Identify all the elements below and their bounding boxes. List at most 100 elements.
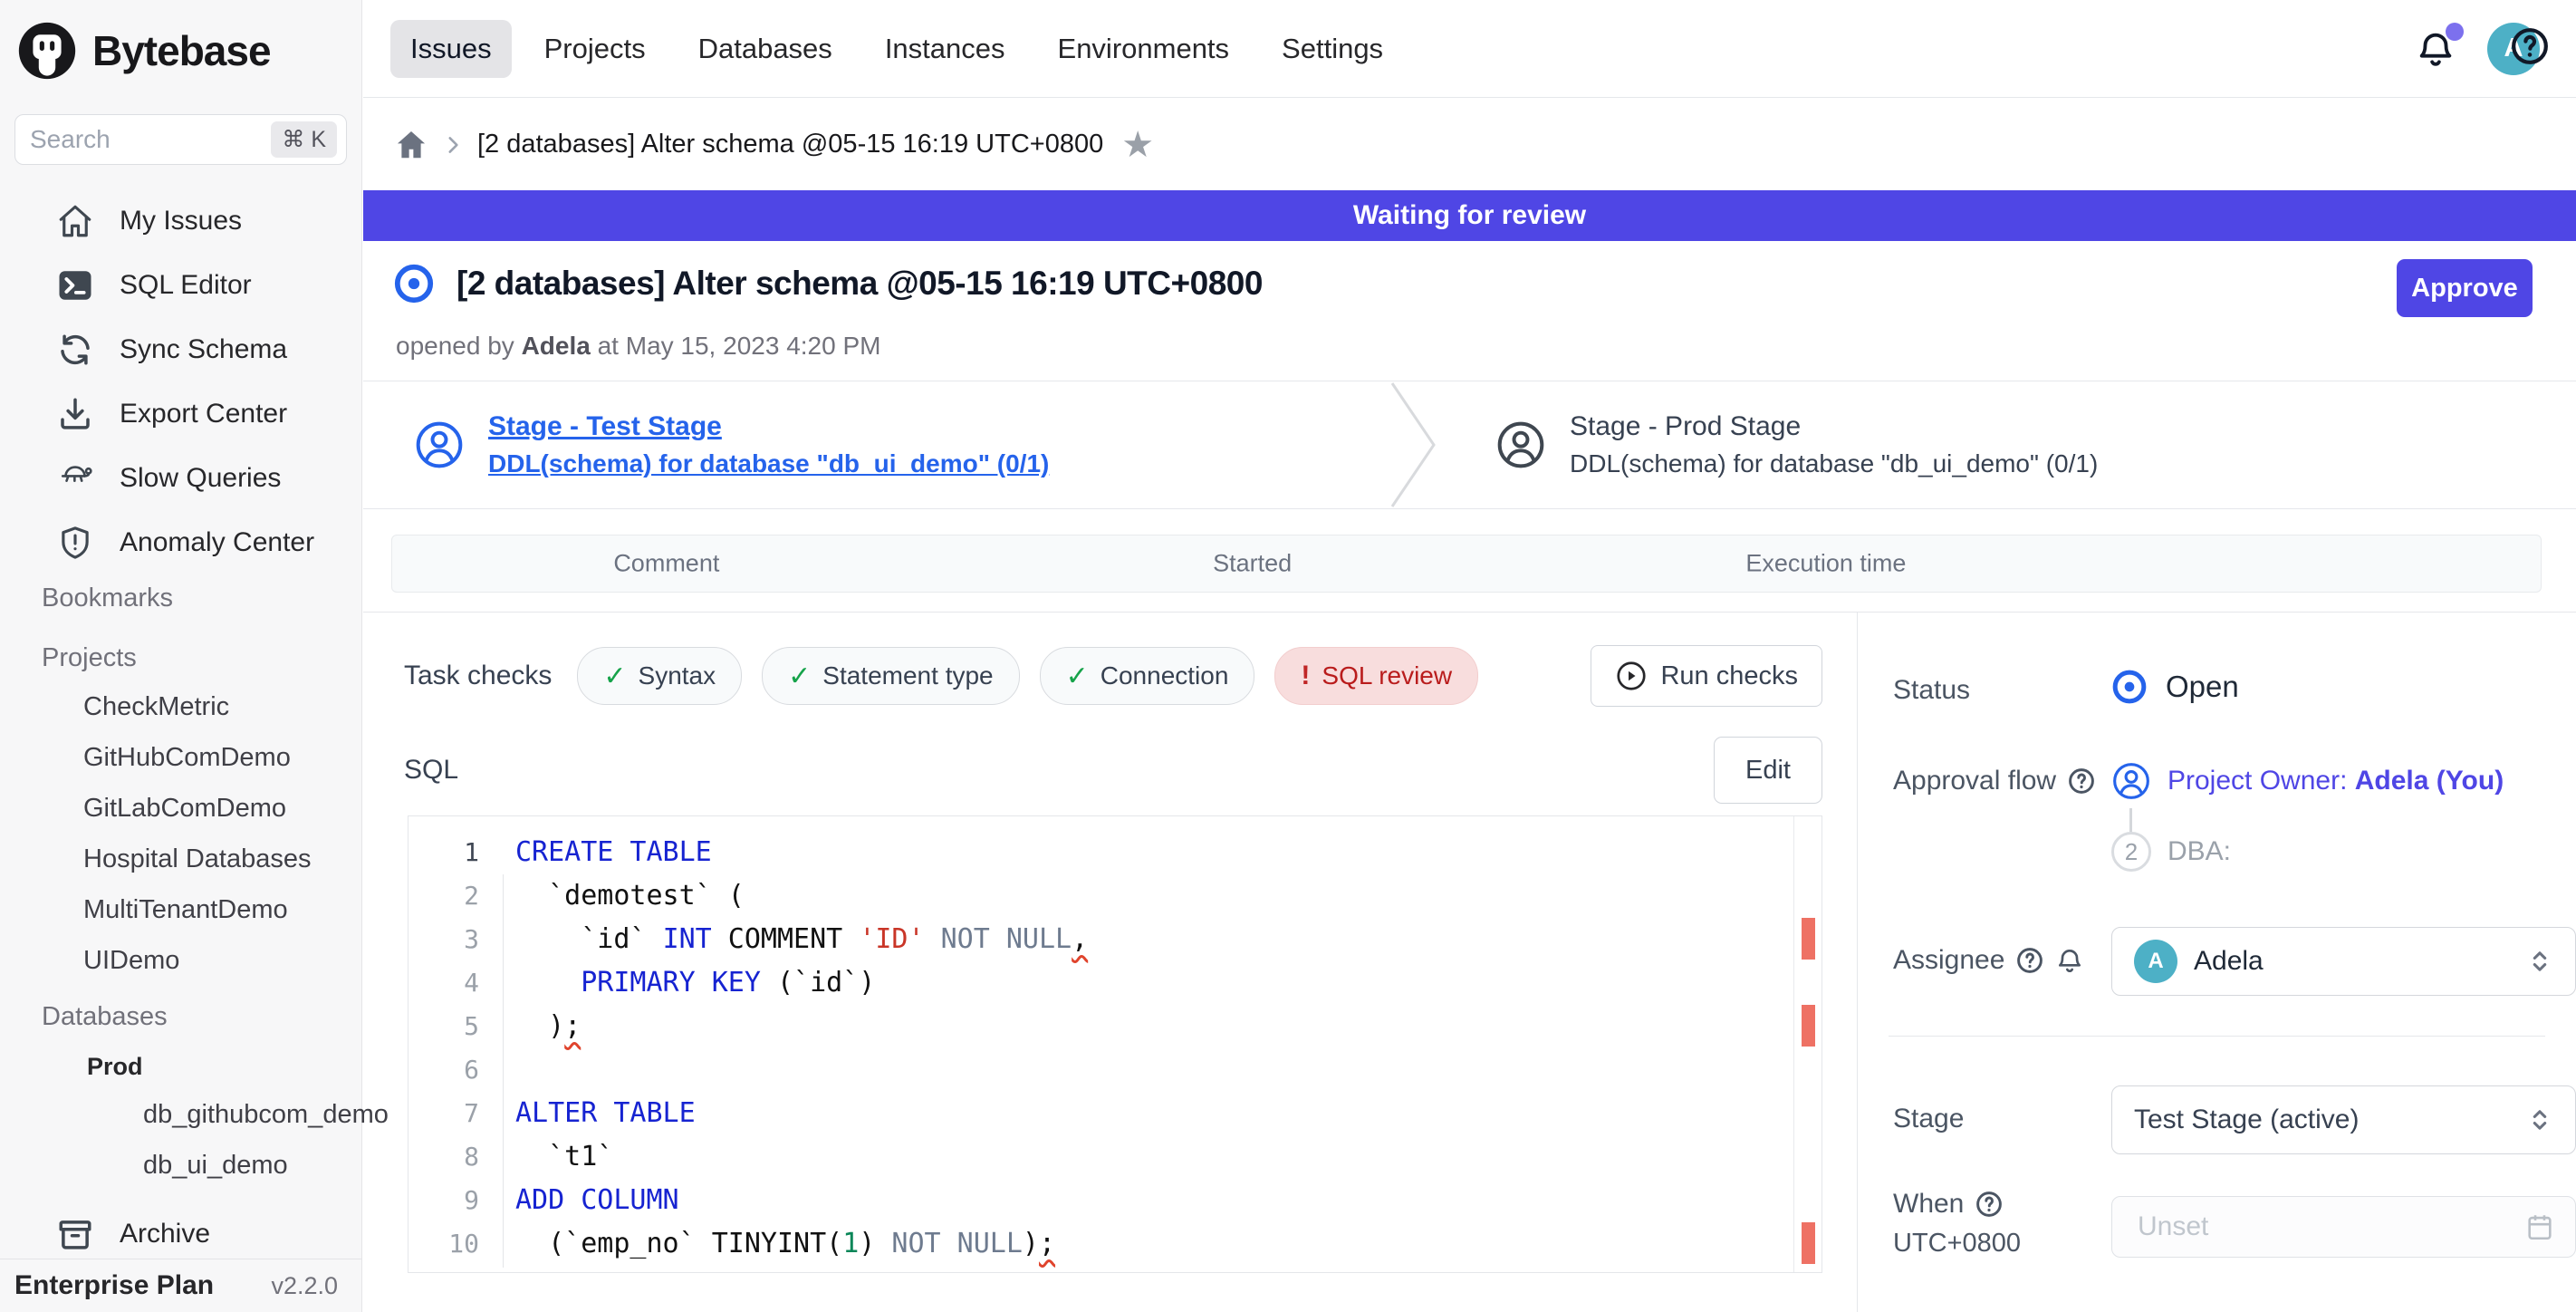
search-input[interactable]: Search ⌘ K [14, 114, 347, 165]
nav-tabs: IssuesProjectsDatabasesInstancesEnvironm… [390, 20, 2415, 78]
code-line: ADD COLUMN [515, 1179, 1785, 1222]
sidebar-item-export-center[interactable]: Export Center [0, 381, 361, 446]
notifications-bell-button[interactable] [2415, 28, 2456, 70]
code-token: NOT NULL [941, 923, 1072, 955]
assignee-select[interactable]: A Adela [2111, 927, 2576, 996]
tab-projects[interactable]: Projects [524, 20, 666, 78]
tab-instances[interactable]: Instances [865, 20, 1025, 78]
home-icon [56, 202, 94, 240]
bytebase-logo[interactable]: Bytebase [0, 0, 361, 101]
step-number-badge: 2 [2111, 832, 2151, 872]
issue-header: [2 databases] Alter schema @05-15 16:19 … [393, 263, 1263, 304]
sidebar-project-hospital-databases[interactable]: Hospital Databases [0, 834, 361, 884]
check-icon: ✓ [1066, 661, 1089, 692]
sidebar-item-anomaly-center[interactable]: Anomaly Center [0, 510, 361, 574]
overview-ruler[interactable] [1793, 816, 1821, 1272]
sidebar-item-label: Anomaly Center [120, 527, 314, 558]
column-header-comment: Comment [613, 550, 719, 578]
sidebar-item-my-issues[interactable]: My Issues [0, 188, 361, 253]
stage-prod-stage[interactable]: Stage - Prod Stage DDL(schema) for datab… [1445, 381, 2468, 508]
breadcrumb-issue-title[interactable]: [2 databases] Alter schema @05-15 16:19 … [477, 130, 1103, 159]
home-icon[interactable] [394, 128, 428, 162]
error-token: ; [1039, 1228, 1055, 1259]
sidebar-item-sql-editor[interactable]: SQL Editor [0, 253, 361, 317]
code-token [925, 923, 941, 955]
breadcrumb: [2 databases] Alter schema @05-15 16:19 … [363, 99, 2576, 190]
tab-issues[interactable]: Issues [390, 20, 512, 78]
shield-icon [56, 524, 94, 562]
edit-sql-button[interactable]: Edit [1714, 737, 1822, 804]
issue-author: Adela [522, 332, 591, 360]
line-number-gutter: 12345678910 [409, 831, 495, 1266]
sidebar-item-slow-queries[interactable]: Slow Queries [0, 446, 361, 510]
terminal-icon [56, 266, 94, 304]
line-number: 1 [409, 831, 495, 874]
bookmarks-section-label: Bookmarks [0, 574, 361, 622]
check-connection[interactable]: ✓ Connection [1040, 647, 1255, 705]
issue-status-icon [393, 263, 435, 304]
sidebar-project-uidemo[interactable]: UIDemo [0, 935, 361, 986]
databases-list: db_githubcom_demodb_ui_demo [0, 1089, 361, 1191]
chevron-updown-icon [2524, 1105, 2555, 1135]
sidebar-item-sync-schema[interactable]: Sync Schema [0, 317, 361, 381]
code-token: ) [515, 1010, 564, 1042]
issue-title: [2 databases] Alter schema @05-15 16:19 … [457, 265, 1263, 303]
help-icon[interactable] [2015, 946, 2044, 975]
when-datetime-input[interactable]: Unset [2111, 1196, 2576, 1258]
when-text: When [1893, 1189, 1964, 1220]
sync-icon [56, 331, 94, 369]
check-syntax[interactable]: ✓Syntax [577, 647, 742, 705]
error-marker [1802, 918, 1815, 960]
sidebar-item-label: SQL Editor [120, 270, 252, 301]
sidebar-item-label: Slow Queries [120, 463, 281, 494]
chevron-updown-icon [2524, 946, 2555, 977]
stage-select[interactable]: Test Stage (active) [2111, 1085, 2576, 1154]
review-banner: Waiting for review [363, 190, 2576, 241]
code-line: PRIMARY KEY (`id`) [515, 961, 1785, 1005]
tab-databases[interactable]: Databases [678, 20, 852, 78]
search-placeholder: Search [30, 125, 271, 154]
code-line: `t1` [515, 1135, 1785, 1179]
help-icon[interactable] [2067, 767, 2096, 796]
code-token: ) [1023, 1228, 1039, 1259]
sidebar-item-archive[interactable]: Archive [0, 1201, 361, 1266]
plan-footer: Enterprise Plan v2.2.0 [0, 1259, 361, 1312]
sidebar-db-db-ui-demo[interactable]: db_ui_demo [0, 1140, 361, 1191]
sql-editor[interactable]: 12345678910 CREATE TABLE `demotest` ( `i… [408, 815, 1822, 1273]
line-number: 10 [409, 1222, 495, 1266]
check-sql-review[interactable]: !SQL review [1274, 647, 1478, 705]
tab-environments[interactable]: Environments [1038, 20, 1250, 78]
check-statement-type[interactable]: ✓Statement type [762, 647, 1019, 705]
star-icon[interactable]: ★ [1121, 127, 1154, 163]
sidebar-db-db-githubcom-demo[interactable]: db_githubcom_demo [0, 1089, 361, 1140]
check-icon: ✓ [788, 661, 811, 692]
tab-settings[interactable]: Settings [1262, 20, 1403, 78]
help-button[interactable] [2509, 25, 2551, 67]
approve-button[interactable]: Approve [2397, 259, 2533, 317]
code-line [515, 1048, 1785, 1092]
code-token: (`id`) [761, 967, 875, 998]
stage-test-stage[interactable]: Stage - Test Stage DDL(schema) for datab… [363, 381, 1387, 508]
check-label: Connection [1101, 661, 1229, 690]
sidebar-project-multitenantdemo[interactable]: MultiTenantDemo [0, 884, 361, 935]
run-checks-button[interactable]: Run checks [1591, 645, 1822, 707]
open-status-icon [2111, 669, 2148, 705]
bell-icon[interactable] [2055, 946, 2084, 975]
approver-name: Adela (You) [2355, 766, 2504, 796]
error-token: , [1072, 923, 1088, 955]
code-token: `id` [515, 923, 663, 955]
help-icon[interactable] [1975, 1190, 2004, 1219]
stage-person-icon [1495, 420, 1546, 470]
sidebar-project-githubcomdemo[interactable]: GitHubComDemo [0, 732, 361, 783]
code-token: ADD COLUMN [515, 1184, 679, 1216]
line-number: 6 [409, 1048, 495, 1092]
sidebar-project-gitlabcomdemo[interactable]: GitLabComDemo [0, 783, 361, 834]
code-token: INT [663, 923, 712, 955]
approver-role: DBA: [2167, 836, 2231, 867]
sidebar-project-checkmetric[interactable]: CheckMetric [0, 681, 361, 732]
column-header-execution-time: Execution time [1745, 550, 1906, 578]
stage-title: Stage - Test Stage [488, 411, 1049, 442]
assignee-avatar: A [2134, 940, 2177, 983]
run-checks-label: Run checks [1660, 661, 1798, 691]
sidebar-menu: My Issues SQL Editor Sync SchemaExport Cen… [0, 188, 361, 574]
